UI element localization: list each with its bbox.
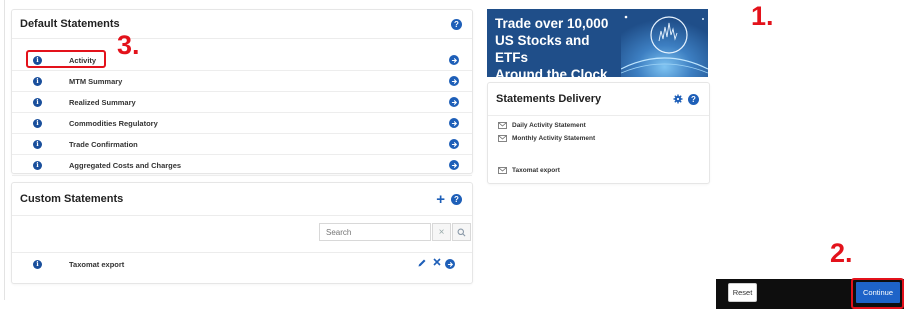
info-icon[interactable]: i xyxy=(33,76,42,86)
annotation-step-2: 2. xyxy=(830,238,853,268)
arrow-right-icon[interactable] xyxy=(445,259,455,269)
envelope-icon xyxy=(498,167,507,174)
annotation-step-1: 1. xyxy=(751,1,774,31)
statements-delivery-list: Daily Activity Statement Monthly Activit… xyxy=(488,116,709,182)
info-icon[interactable]: i xyxy=(33,118,42,128)
statement-row-commodities-regulatory[interactable]: i Commodities Regulatory xyxy=(12,113,472,134)
gear-icon[interactable] xyxy=(673,94,683,104)
delete-icon[interactable] xyxy=(432,257,442,269)
delivery-item-monthly[interactable]: Monthly Activity Statement xyxy=(498,135,595,142)
clear-search-icon[interactable]: × xyxy=(432,223,451,241)
help-icon[interactable]: ? xyxy=(451,18,462,30)
delivery-item-label: Daily Activity Statement xyxy=(512,122,586,129)
statement-row-trade-confirmation[interactable]: i Trade Confirmation xyxy=(12,134,472,155)
statement-label: Taxomat export xyxy=(69,259,125,269)
globe-clock-graphic xyxy=(621,9,708,77)
delivery-item-label: Taxomat export xyxy=(512,167,560,174)
arrow-right-icon[interactable] xyxy=(449,97,459,107)
default-statements-header: Default Statements ? xyxy=(12,10,472,39)
promo-line: US Stocks and ETFs xyxy=(495,33,590,65)
statement-label: Realized Summary xyxy=(69,97,136,107)
delivery-item-label: Monthly Activity Statement xyxy=(512,135,596,142)
info-icon[interactable]: i xyxy=(33,139,42,149)
help-icon[interactable]: ? xyxy=(451,193,462,205)
annotation-highlight-continue xyxy=(851,278,904,309)
annotation-step-3: 3. xyxy=(117,30,140,60)
promo-banner[interactable]: Trade over 10,000 US Stocks and ETFs Aro… xyxy=(487,9,708,77)
custom-statements-actions: + ? xyxy=(436,191,462,208)
statement-label: Commodities Regulatory xyxy=(69,118,158,128)
arrow-right-icon[interactable] xyxy=(449,139,459,149)
info-icon[interactable]: i xyxy=(33,97,42,107)
reset-button[interactable]: Reset xyxy=(728,283,757,302)
promo-line: Around the Clock xyxy=(495,67,608,77)
left-divider xyxy=(4,0,5,300)
info-icon[interactable]: i xyxy=(33,160,42,170)
custom-statements-title: Custom Statements xyxy=(20,193,124,205)
custom-statements-header: Custom Statements + ? xyxy=(12,183,472,216)
statements-delivery-title: Statements Delivery xyxy=(496,93,602,105)
annotation-highlight-activity xyxy=(26,50,106,68)
statements-delivery-header: Statements Delivery ? xyxy=(488,83,709,116)
promo-line: Trade over 10,000 xyxy=(495,16,609,31)
statement-row-mtm-summary[interactable]: i MTM Summary xyxy=(12,71,472,92)
statement-label: MTM Summary xyxy=(69,76,123,86)
search-input[interactable] xyxy=(319,223,431,241)
edit-icon[interactable] xyxy=(417,258,427,270)
arrow-right-icon[interactable] xyxy=(449,55,459,65)
statement-label: Aggregated Costs and Charges xyxy=(69,160,182,170)
arrow-right-icon[interactable] xyxy=(449,118,459,128)
custom-statement-row[interactable]: i Taxomat export xyxy=(12,253,472,275)
arrow-right-icon[interactable] xyxy=(449,160,459,170)
envelope-icon xyxy=(498,122,507,129)
delivery-item-daily[interactable]: Daily Activity Statement xyxy=(498,122,586,129)
statement-row-realized-summary[interactable]: i Realized Summary xyxy=(12,92,472,113)
statement-label: Trade Confirmation xyxy=(69,139,138,149)
add-icon[interactable]: + xyxy=(436,191,445,208)
delivery-item-taxomat[interactable]: Taxomat export xyxy=(498,167,560,174)
statement-row-aggregated-costs[interactable]: i Aggregated Costs and Charges xyxy=(12,155,472,176)
help-icon[interactable]: ? xyxy=(688,93,699,105)
custom-statements-panel: Custom Statements + ? × i Taxomat export xyxy=(11,182,473,284)
statements-delivery-panel: Statements Delivery ? Daily Activity Sta… xyxy=(487,82,710,184)
statements-delivery-actions: ? xyxy=(673,93,699,105)
search-icon[interactable] xyxy=(452,223,471,241)
envelope-icon xyxy=(498,135,507,142)
default-statements-title: Default Statements xyxy=(20,18,120,30)
custom-statements-search-row: × xyxy=(12,216,472,253)
promo-headline: Trade over 10,000 US Stocks and ETFs Aro… xyxy=(495,15,625,77)
arrow-right-icon[interactable] xyxy=(449,76,459,86)
info-icon[interactable]: i xyxy=(33,259,42,269)
default-statements-panel: Default Statements ? i Activity i MTM Su… xyxy=(11,9,473,176)
